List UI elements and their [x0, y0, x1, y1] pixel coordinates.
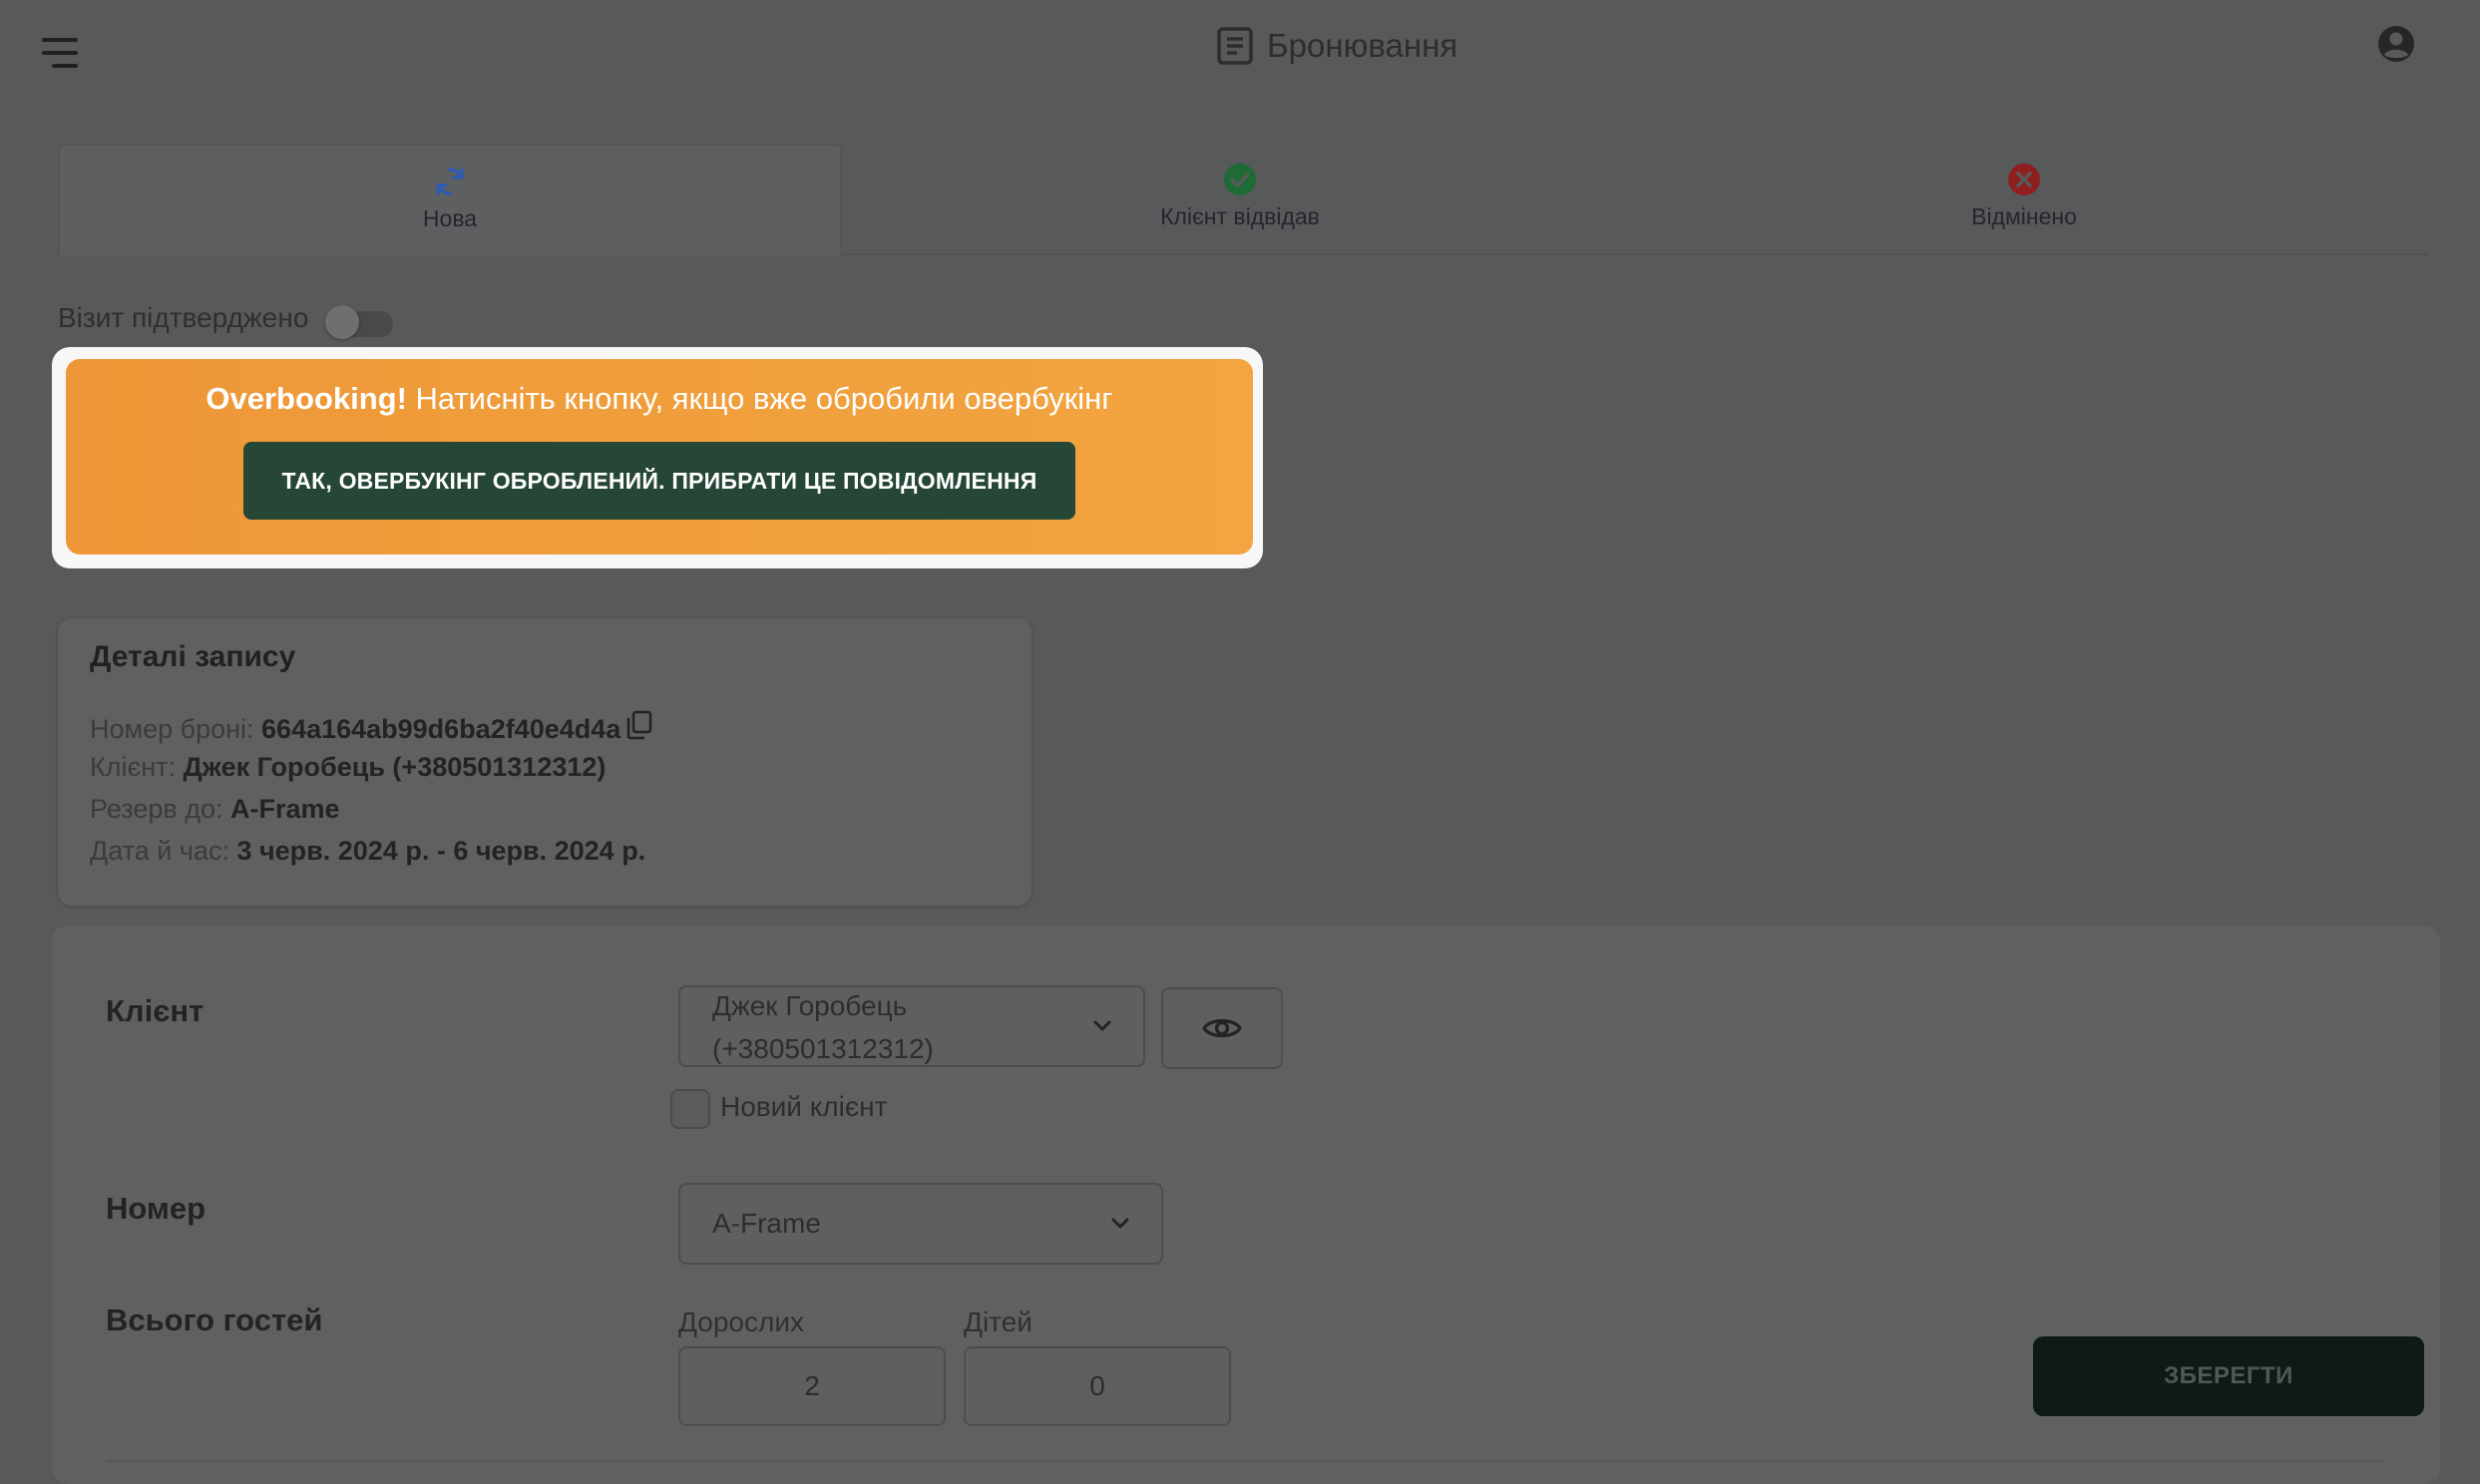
overbooking-dismiss-button[interactable]: ТАК, ОВЕРБУКІНГ ОБРОБЛЕНИЙ. ПРИБРАТИ ЦЕ … [243, 442, 1075, 520]
client-row: Клієнт: Джек Горобець (+380501312312) [90, 752, 607, 782]
details-title: Деталі запису [90, 640, 296, 673]
document-icon [1217, 27, 1253, 65]
page-title: Бронювання [1217, 22, 1457, 70]
tab-new[interactable]: Нова [58, 144, 842, 255]
client-field-label: Клієнт [106, 993, 205, 1028]
tab-client-visited[interactable]: Клієнт відвідав [850, 144, 1630, 253]
overbooking-message: Overbooking! Натисніть кнопку, якщо вже … [66, 381, 1253, 417]
hamburger-menu-icon [42, 38, 78, 42]
reserve-row: Резерв до: A-Frame [90, 794, 340, 824]
tab-cancelled[interactable]: Відмінено [1634, 144, 2414, 253]
booking-number: 664a164ab99d6ba2f40e4d4a [261, 714, 621, 744]
tab-label: Нова [422, 205, 478, 231]
chevron-down-icon [1093, 1020, 1111, 1031]
page-title-text: Бронювання [1267, 27, 1458, 64]
check-circle-icon [1224, 164, 1256, 195]
overbooking-banner: Overbooking! Натисніть кнопку, якщо вже … [66, 359, 1253, 555]
visit-confirmed-toggle[interactable] [325, 302, 395, 340]
new-client-checkbox[interactable] [670, 1089, 710, 1129]
form-divider [106, 1460, 2384, 1462]
date-row: Дата й час: 3 черв. 2024 р. - 6 черв. 20… [90, 836, 646, 866]
adults-input[interactable]: 2 [678, 1346, 946, 1426]
new-client-label: Новий клієнт [720, 1091, 888, 1122]
tab-label: Відмінено [1971, 203, 2077, 229]
overbooking-title: Overbooking! [206, 381, 407, 416]
booking-details-card: Деталі запису Номер броні: 664a164ab99d6… [58, 618, 1032, 906]
refresh-icon [436, 168, 464, 195]
view-client-button[interactable] [1161, 987, 1283, 1069]
children-label: Дітей [964, 1306, 1033, 1337]
visit-confirmed-label: Візит підтверджено [58, 302, 309, 333]
status-tabs: Нова Клієнт відвідав Відмінено [58, 144, 2428, 255]
overbooking-text: Натисніть кнопку, якщо вже обробили овер… [406, 381, 1113, 416]
client-select[interactable]: Джек Горобець (+380501312312) [678, 985, 1145, 1067]
guests-field-label: Всього гостей [106, 1302, 323, 1337]
room-field-label: Номер [106, 1191, 207, 1226]
adults-label: Дорослих [678, 1306, 804, 1337]
copy-icon[interactable] [624, 710, 652, 740]
booking-number-row: Номер броні: 664a164ab99d6ba2f40e4d4a [90, 710, 652, 745]
cancel-circle-icon [2008, 164, 2040, 195]
account-circle-icon[interactable] [2376, 24, 2416, 64]
tab-label: Клієнт відвідав [1160, 203, 1320, 229]
room-select[interactable]: A-Frame [678, 1183, 1163, 1265]
eye-icon [1202, 1018, 1242, 1038]
chevron-down-icon [1111, 1218, 1129, 1229]
menu-button[interactable] [38, 38, 82, 72]
children-input[interactable]: 0 [964, 1346, 1231, 1426]
save-button[interactable]: ЗБЕРЕГТИ [2033, 1336, 2424, 1416]
